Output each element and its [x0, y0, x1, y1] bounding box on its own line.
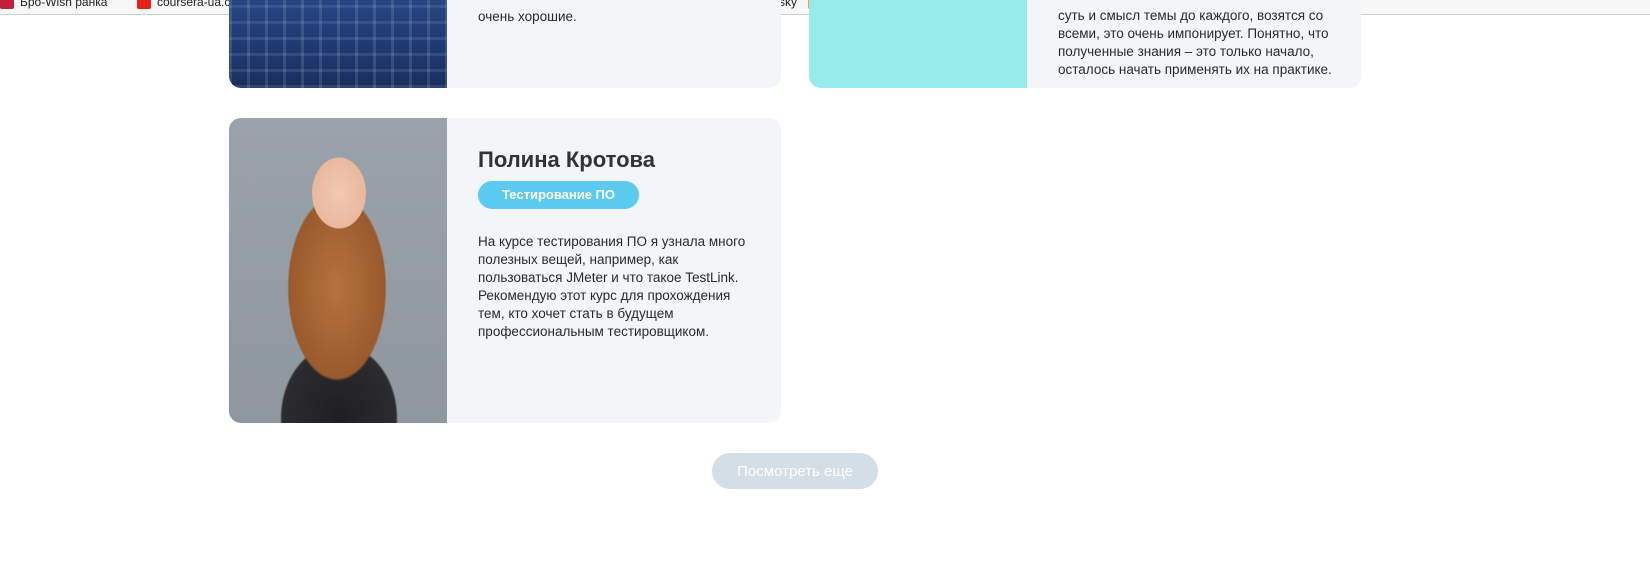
show-more-button[interactable]: Посмотреть еще	[712, 453, 878, 489]
course-badge[interactable]: Тестирование ПО	[478, 181, 640, 209]
review-card: очень хорошие.	[229, 0, 781, 88]
bookmark-item[interactable]: Бро-Wish ранка	[0, 0, 107, 10]
review-card: Полина Кротова Тестирование ПО На курсе …	[229, 118, 781, 423]
reviewer-photo	[229, 0, 447, 88]
bookmark-favicon-icon	[0, 0, 14, 9]
review-card: суть и смысл темы до каждого, возятся со…	[809, 0, 1361, 88]
bookmark-label: Бро-Wish ранка	[20, 0, 108, 9]
review-text: суть и смысл темы до каждого, возятся со…	[1058, 8, 1332, 77]
reviewer-photo	[809, 0, 1027, 88]
review-text: На курсе тестирования ПО я узнала много …	[478, 234, 746, 339]
review-text: очень хорошие.	[478, 9, 577, 24]
bookmark-favicon-icon	[137, 0, 151, 9]
reviewer-name: Полина Кротова	[478, 147, 655, 172]
reviewer-photo	[229, 118, 447, 423]
